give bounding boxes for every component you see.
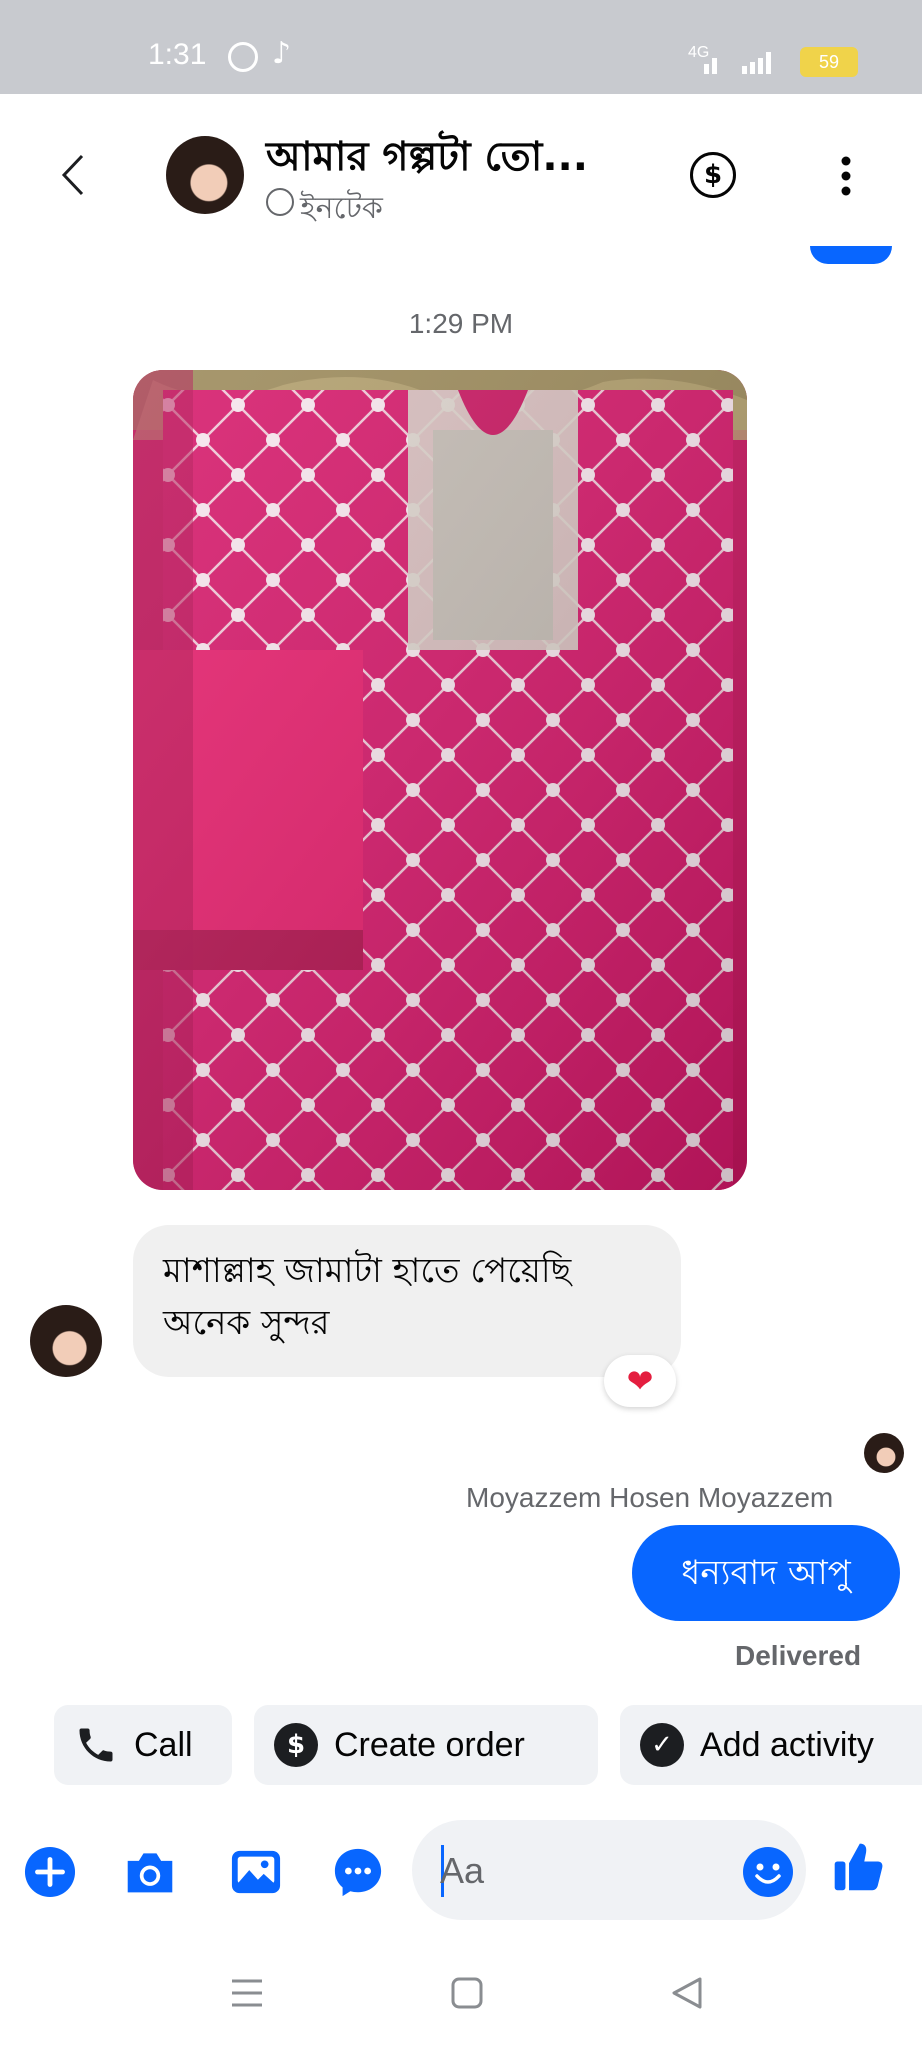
call-chip[interactable]: Call: [54, 1705, 232, 1785]
battery-icon: 59: [800, 47, 858, 77]
delivery-status: Delivered: [735, 1640, 862, 1671]
chevron-left-icon[interactable]: [58, 152, 88, 198]
incoming-message-text: মাশাল্লাহ জামাটা হাতে পেয়েছি অনেক সুন্দ…: [163, 1251, 572, 1343]
more-vertical-icon[interactable]: [836, 156, 856, 196]
phone-icon: [79, 1728, 113, 1762]
create-order-chip[interactable]: $ Create order: [254, 1705, 598, 1785]
message-input-placeholder: Aa: [440, 1850, 485, 1891]
add-activity-chip[interactable]: ✓ Add activity: [620, 1705, 922, 1785]
back-triangle-icon[interactable]: [670, 1976, 704, 2010]
atom-icon: [266, 188, 294, 216]
thumbs-up-icon[interactable]: [832, 1840, 884, 1892]
status-bar: [0, 0, 922, 94]
screen-record-icon: [228, 42, 258, 72]
dollar-icon: $: [274, 1723, 318, 1767]
dollar-circle-icon[interactable]: $: [690, 152, 736, 198]
conversation-subtitle: ইনটেক: [300, 191, 383, 226]
menu-icon[interactable]: [230, 1978, 264, 2008]
camera-icon[interactable]: [124, 1846, 176, 1898]
image-icon[interactable]: [230, 1846, 282, 1898]
seen-avatar: [864, 1433, 904, 1473]
home-square-icon[interactable]: [450, 1976, 484, 2010]
contact-avatar[interactable]: [166, 136, 244, 214]
add-activity-chip-label: Add activity: [700, 1725, 874, 1764]
photo-message[interactable]: [133, 370, 747, 1190]
message-timestamp: 1:29 PM: [408, 308, 514, 339]
previous-message-edge: [810, 246, 892, 264]
sender-avatar[interactable]: [30, 1305, 102, 1377]
chat-bubble-icon[interactable]: [332, 1846, 384, 1898]
plus-icon[interactable]: [24, 1846, 76, 1898]
emoji-icon[interactable]: [742, 1846, 794, 1898]
status-time: 1:31: [148, 38, 207, 71]
outgoing-message-text: ধন্যবাদ আপু: [681, 1553, 851, 1593]
conversation-title[interactable]: আমার গল্পটা তো...: [266, 125, 588, 192]
sender-name: Moyazzem Hosen Moyazzem: [466, 1482, 834, 1513]
check-icon: ✓: [640, 1723, 684, 1767]
call-chip-label: Call: [134, 1725, 193, 1764]
signal-icon: [704, 52, 771, 74]
create-order-chip-label: Create order: [334, 1725, 525, 1764]
tiktok-icon: ♪: [272, 36, 292, 71]
heart-reaction-icon[interactable]: ❤: [604, 1355, 676, 1407]
